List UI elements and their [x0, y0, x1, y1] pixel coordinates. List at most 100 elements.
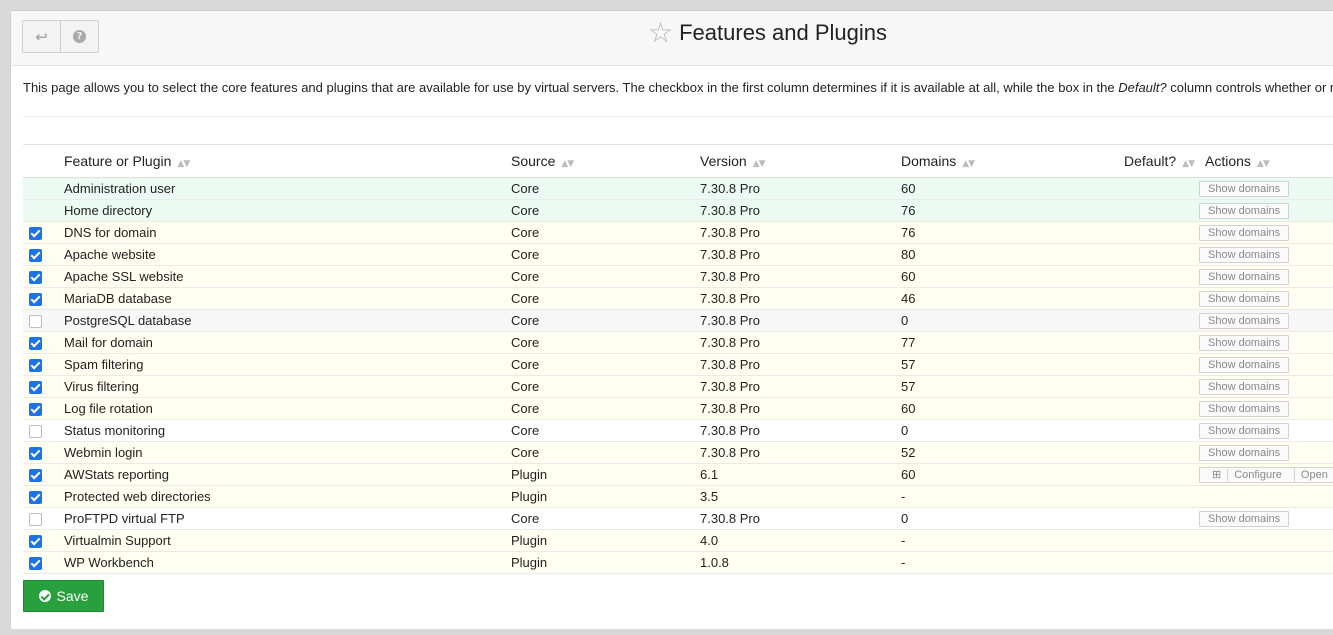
- show-domains-button[interactable]: Show domains: [1199, 247, 1290, 263]
- show-domains-button[interactable]: Show domains: [1199, 423, 1290, 439]
- column-header-feature[interactable]: Feature or Plugin ▲▼: [52, 144, 511, 178]
- table-row: ProFTPD virtual FTP Core 7.30.8 Pro 0 Show d…: [23, 507, 1333, 530]
- enable-checkbox[interactable]: [29, 557, 42, 571]
- table-row: Home directory Core 7.30.8 Pro 76 Show domai…: [23, 199, 1333, 222]
- feature-version: 1.0.8: [700, 551, 901, 574]
- enable-checkbox[interactable]: [29, 249, 42, 263]
- default-cell: [1122, 419, 1197, 442]
- feature-source: Core: [511, 397, 700, 420]
- feature-domains: 57: [901, 375, 1122, 398]
- actions-cell: [1197, 551, 1333, 574]
- feature-version: 6.1: [700, 463, 901, 486]
- configure-button[interactable]: ⊞ Configure: [1200, 468, 1294, 482]
- sort-icon: ▲▼: [1182, 159, 1195, 169]
- column-header-domains[interactable]: Domains ▲▼: [901, 144, 1122, 178]
- table-row: Apache SSL website Core 7.30.8 Pro 60 Show d…: [23, 265, 1333, 288]
- actions-cell: Show domains: [1197, 221, 1333, 244]
- select-cell: [23, 419, 52, 442]
- open-button[interactable]: Open: [1293, 468, 1333, 482]
- actions-cell: ⊞ Configure Open: [1197, 463, 1333, 486]
- enable-checkbox[interactable]: [29, 425, 42, 439]
- column-header-default[interactable]: Default? ▲▼: [1122, 144, 1197, 178]
- feature-version: 4.0: [700, 529, 901, 552]
- enable-checkbox[interactable]: [29, 227, 42, 241]
- show-domains-button[interactable]: Show domains: [1199, 401, 1290, 417]
- feature-domains: 52: [901, 441, 1122, 464]
- actions-cell: Show domains: [1197, 243, 1333, 266]
- feature-version: 7.30.8 Pro: [700, 397, 901, 420]
- show-domains-button[interactable]: Show domains: [1199, 181, 1290, 197]
- show-domains-button[interactable]: Show domains: [1199, 291, 1290, 307]
- feature-version: 7.30.8 Pro: [700, 199, 901, 222]
- enable-checkbox[interactable]: [29, 513, 42, 527]
- table-row: WP Workbench Plugin 1.0.8-: [23, 551, 1333, 574]
- select-cell: [23, 177, 52, 200]
- show-domains-button[interactable]: Show domains: [1199, 269, 1290, 285]
- show-domains-button[interactable]: Show domains: [1199, 445, 1290, 461]
- select-cell: [23, 441, 52, 464]
- feature-name: DNS for domain: [52, 221, 511, 244]
- expand-icon: ⊞: [1212, 469, 1222, 481]
- enable-checkbox[interactable]: [29, 535, 42, 549]
- table-row: Apache website Core 7.30.8 Pro 80 Show domai…: [23, 243, 1333, 266]
- enable-checkbox[interactable]: [29, 381, 42, 395]
- table-row: PostgreSQL database Core 7.30.8 Pro 0 Show d…: [23, 309, 1333, 332]
- feature-name: Mail for domain: [52, 331, 511, 354]
- select-cell: [23, 353, 52, 376]
- default-cell: [1122, 441, 1197, 464]
- enable-checkbox[interactable]: [29, 447, 42, 461]
- table-row: AWStats reporting Plugin 6.1 60 ⊞ Configure Op…: [23, 463, 1333, 486]
- enable-checkbox[interactable]: [29, 359, 42, 373]
- default-cell: [1122, 199, 1197, 222]
- feature-name: MariaDB database: [52, 287, 511, 310]
- feature-domains: 60: [901, 177, 1122, 200]
- default-cell: [1122, 507, 1197, 530]
- column-header-version[interactable]: Version ▲▼: [700, 144, 901, 178]
- back-button[interactable]: ↩: [23, 21, 60, 52]
- enable-checkbox[interactable]: [29, 469, 42, 483]
- show-domains-button[interactable]: Show domains: [1199, 313, 1290, 329]
- actions-cell: Show domains: [1197, 309, 1333, 332]
- column-header-actions[interactable]: Actions ▲▼: [1197, 144, 1333, 178]
- help-button[interactable]: ?: [60, 21, 98, 52]
- show-domains-button[interactable]: Show domains: [1199, 203, 1290, 219]
- return-arrow-icon: ↩: [35, 28, 48, 46]
- show-domains-button[interactable]: Show domains: [1199, 225, 1290, 241]
- default-cell: [1122, 221, 1197, 244]
- show-domains-button[interactable]: Show domains: [1199, 511, 1290, 527]
- save-label: Save: [56, 588, 89, 604]
- features-table: Feature or Plugin ▲▼ Source ▲▼ Version ▲▼ D…: [23, 144, 1333, 574]
- enable-checkbox[interactable]: [29, 293, 42, 307]
- feature-domains: 0: [901, 419, 1122, 442]
- feature-source: Core: [511, 287, 700, 310]
- divider: [23, 116, 1333, 117]
- actions-cell: [1197, 485, 1333, 508]
- feature-version: 7.30.8 Pro: [700, 287, 901, 310]
- enable-checkbox[interactable]: [29, 271, 42, 285]
- star-icon[interactable]: ☆: [648, 19, 673, 47]
- page-description: This page allows you to select the core …: [23, 80, 1333, 95]
- select-cell: [23, 265, 52, 288]
- default-cell: [1122, 265, 1197, 288]
- actions-cell: Show domains: [1197, 375, 1333, 398]
- save-button[interactable]: Save: [23, 580, 104, 612]
- actions-cell: [1197, 529, 1333, 552]
- enable-checkbox[interactable]: [29, 315, 42, 329]
- enable-checkbox[interactable]: [29, 337, 42, 351]
- table-row: Log file rotation Core 7.30.8 Pro 60 Show do…: [23, 397, 1333, 420]
- default-cell: [1122, 177, 1197, 200]
- show-domains-button[interactable]: Show domains: [1199, 335, 1290, 351]
- feature-name: Virtualmin Support: [52, 529, 511, 552]
- enable-checkbox[interactable]: [29, 491, 42, 505]
- feature-domains: 60: [901, 265, 1122, 288]
- column-header-source[interactable]: Source ▲▼: [511, 144, 700, 178]
- select-cell: [23, 199, 52, 222]
- feature-source: Core: [511, 331, 700, 354]
- enable-checkbox[interactable]: [29, 403, 42, 417]
- table-row: Administration user Core 7.30.8 Pro 60 Show …: [23, 177, 1333, 200]
- show-domains-button[interactable]: Show domains: [1199, 379, 1290, 395]
- feature-version: 7.30.8 Pro: [700, 507, 901, 530]
- show-domains-button[interactable]: Show domains: [1199, 357, 1290, 373]
- feature-version: 7.30.8 Pro: [700, 419, 901, 442]
- feature-source: Plugin: [511, 551, 700, 574]
